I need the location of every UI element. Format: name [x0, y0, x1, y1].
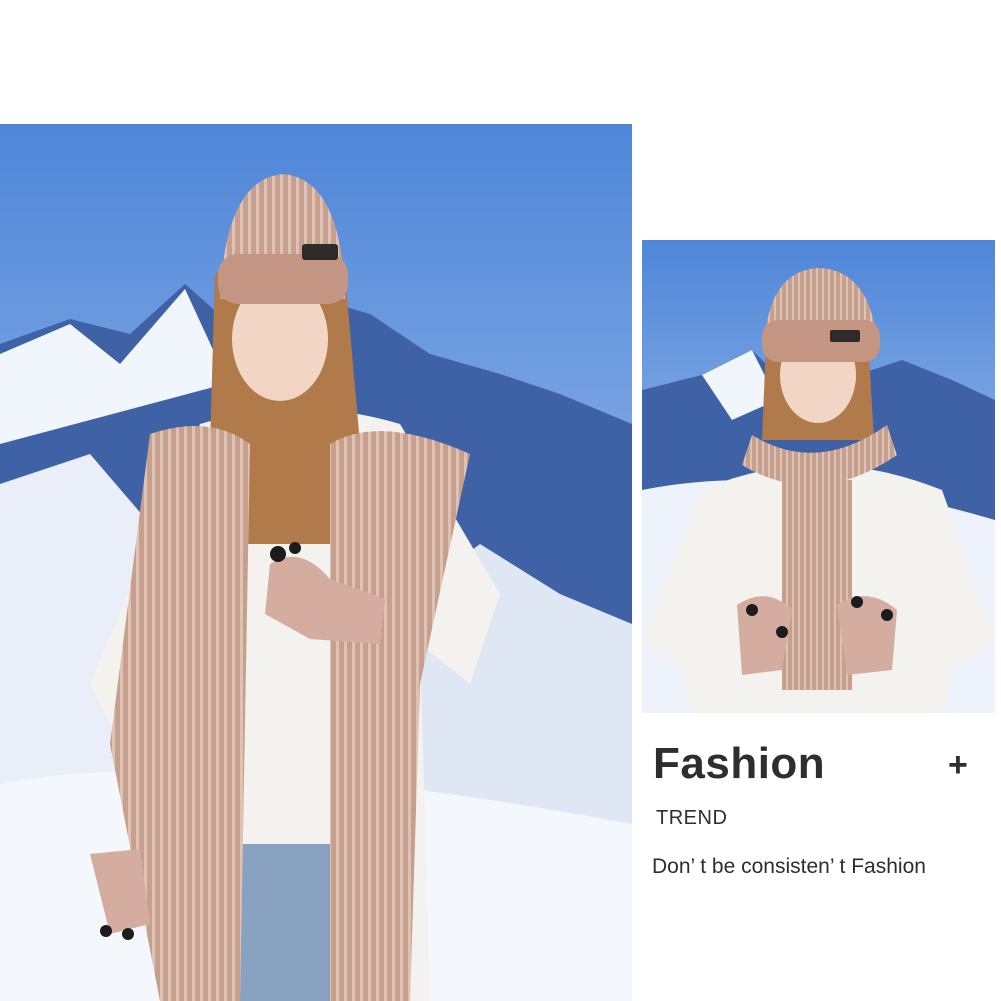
subhead-trend: TREND — [656, 807, 728, 829]
scarf-tail — [782, 480, 852, 690]
secondary-product-photo — [642, 240, 995, 713]
beanie-cuff — [762, 320, 880, 362]
glove-right — [837, 596, 897, 675]
beanie-cuff — [218, 254, 348, 304]
beanie-label — [830, 330, 860, 342]
main-product-photo — [0, 124, 632, 1001]
beanie-label — [302, 244, 338, 260]
secondary-photo-illustration — [642, 240, 995, 713]
plus-icon: + — [948, 746, 968, 784]
tagline: Don’ t be consisten’ t Fashion — [652, 855, 926, 878]
headline-fashion: Fashion — [653, 739, 826, 788]
main-photo-illustration — [0, 124, 632, 1001]
